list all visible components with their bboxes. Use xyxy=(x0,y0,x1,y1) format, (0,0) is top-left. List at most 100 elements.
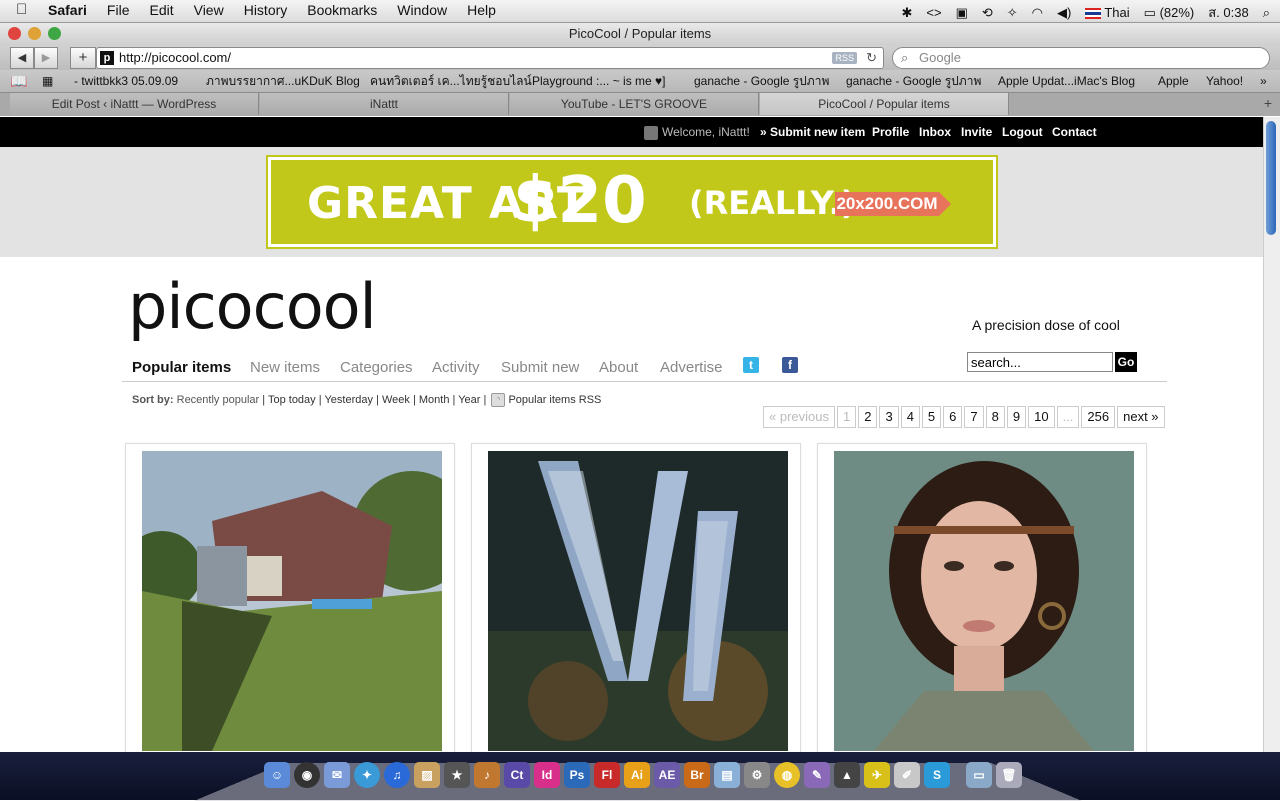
pager-page[interactable]: 2 xyxy=(858,406,878,428)
adobe-bridge-icon[interactable]: Br xyxy=(684,762,710,788)
spotlight-icon[interactable]: ⌕ xyxy=(1263,5,1270,21)
sort-month[interactable]: Month xyxy=(419,394,450,406)
menu-bookmarks[interactable]: Bookmarks xyxy=(307,2,377,18)
menu-view[interactable]: View xyxy=(194,2,224,18)
network-icon[interactable]: ✧ xyxy=(1007,5,1018,21)
nav-new-items[interactable]: New items xyxy=(250,359,320,376)
bluetooth-icon[interactable]: ✱ xyxy=(901,5,912,21)
item-image-house[interactable] xyxy=(142,451,442,751)
nav-activity[interactable]: Activity xyxy=(432,359,480,376)
profile-link[interactable]: Profile xyxy=(872,125,909,139)
bookmark-item[interactable]: Apple Updat...iMac's Blog xyxy=(998,70,1135,92)
textedit-icon[interactable]: ✐ xyxy=(894,762,920,788)
invite-link[interactable]: Invite xyxy=(961,125,992,139)
zoom-window-button[interactable] xyxy=(48,27,61,40)
url-text[interactable]: http://picocool.com/ xyxy=(119,48,231,68)
trash-icon[interactable]: 🗑 xyxy=(996,762,1022,788)
bookmark-item[interactable]: Yahoo! xyxy=(1206,70,1243,92)
volume-icon[interactable]: ◀) xyxy=(1057,5,1071,21)
rss-button[interactable]: RSS xyxy=(832,52,857,64)
pager-page[interactable]: 9 xyxy=(1006,406,1027,428)
pager-page[interactable]: 10 xyxy=(1028,406,1055,428)
search-field[interactable]: ⌕ Google xyxy=(892,47,1270,69)
nav-popular-items[interactable]: Popular items xyxy=(132,359,231,376)
adobe-photoshop-icon[interactable]: Ps xyxy=(564,762,590,788)
sort-yesterday[interactable]: Yesterday xyxy=(324,394,373,406)
tab-inattt[interactable]: iNattt xyxy=(260,93,509,115)
nav-advertise[interactable]: Advertise xyxy=(660,359,723,376)
mail-icon[interactable]: ✉ xyxy=(324,762,350,788)
reading-list-icon[interactable]: 📖 xyxy=(10,70,27,92)
dashboard-icon[interactable]: ◉ xyxy=(294,762,320,788)
bookmark-item[interactable]: ganache - Google รูปภาพ xyxy=(846,70,981,92)
item-image-tower[interactable] xyxy=(488,451,788,751)
reload-icon[interactable]: ↻ xyxy=(866,48,877,68)
pager-page[interactable]: 8 xyxy=(985,406,1005,428)
input-language[interactable]: Thai xyxy=(1085,5,1130,20)
add-bookmark-button[interactable]: + xyxy=(70,47,96,69)
wifi-icon[interactable]: ◠ xyxy=(1032,5,1043,21)
minimize-window-button[interactable] xyxy=(28,27,41,40)
adobe-contribute-icon[interactable]: Ct xyxy=(504,762,530,788)
skype-icon[interactable]: S xyxy=(924,762,950,788)
top-sites-icon[interactable]: ▦ xyxy=(42,70,53,92)
pager-page[interactable]: 5 xyxy=(921,406,942,428)
bookmark-item[interactable]: ganache - Google รูปภาพ xyxy=(694,70,829,92)
tab-edit-post[interactable]: Edit Post ‹ iNattt — WordPress xyxy=(10,93,259,115)
safari-icon[interactable]: ✦ xyxy=(354,762,380,788)
ad-banner[interactable]: GREAT ART $20 (REALLY.) 20x200.COM xyxy=(266,155,998,249)
menu-help[interactable]: Help xyxy=(467,2,496,18)
logout-link[interactable]: Logout xyxy=(1002,125,1043,139)
pager-page[interactable]: 6 xyxy=(943,406,963,428)
close-window-button[interactable] xyxy=(8,27,21,40)
submit-new-item-link[interactable]: » Submit new item xyxy=(760,125,865,139)
item-image-portrait[interactable] xyxy=(834,451,1134,751)
address-bar[interactable]: p http://picocool.com/ RSS ↻ xyxy=(96,47,884,69)
bookmark-item[interactable]: - twittbkk3 05.09.09 xyxy=(74,70,178,92)
forward-button[interactable]: ▶ xyxy=(34,47,58,69)
tab-picocool[interactable]: PicoCool / Popular items xyxy=(760,93,1009,115)
back-button[interactable]: ◀ xyxy=(10,47,34,69)
spaces-icon[interactable]: ▣ xyxy=(956,5,968,21)
code-icon[interactable]: <> xyxy=(926,5,941,20)
adobe-flash-icon[interactable]: Fl xyxy=(594,762,620,788)
scrollbar-thumb[interactable] xyxy=(1266,121,1276,235)
iphoto-icon[interactable]: ▨ xyxy=(414,762,440,788)
bookmarks-overflow-icon[interactable]: » xyxy=(1260,70,1267,92)
system-preferences-icon[interactable]: ⚙ xyxy=(744,762,770,788)
sort-top-today[interactable]: Top today xyxy=(268,394,316,406)
facebook-icon[interactable]: f xyxy=(782,357,798,373)
item-card[interactable] xyxy=(817,443,1147,752)
preview-icon[interactable]: ▤ xyxy=(714,762,740,788)
adobe-indesign-icon[interactable]: Id xyxy=(534,762,560,788)
site-search-go-button[interactable]: Go xyxy=(1115,352,1137,372)
app-icon[interactable]: ▲ xyxy=(834,762,860,788)
menu-file[interactable]: File xyxy=(107,2,130,18)
pager-page[interactable]: 7 xyxy=(964,406,984,428)
itunes-icon[interactable]: ♫ xyxy=(384,762,410,788)
new-tab-icon[interactable]: + xyxy=(1264,95,1272,111)
bookmark-item[interactable]: คนทวิตเตอร์ เค...ไทยรู้ชอบไลน์ xyxy=(370,70,532,92)
item-card[interactable] xyxy=(125,443,455,752)
sort-recently-popular[interactable]: Recently popular xyxy=(177,394,260,406)
adobe-after-effects-icon[interactable]: AE xyxy=(654,762,680,788)
tab-youtube[interactable]: YouTube - LET'S GROOVE xyxy=(510,93,759,115)
twitter-icon[interactable]: t xyxy=(743,357,759,373)
item-card[interactable] xyxy=(471,443,801,752)
finder-icon[interactable]: ☺ xyxy=(264,762,290,788)
sort-week[interactable]: Week xyxy=(382,394,410,406)
nav-about[interactable]: About xyxy=(599,359,638,376)
page-scrollbar[interactable] xyxy=(1263,117,1280,752)
apple-icon[interactable]:  xyxy=(16,2,30,18)
clock[interactable]: ส. 0:38 xyxy=(1208,2,1248,23)
nav-categories[interactable]: Categories xyxy=(340,359,413,376)
pager-next[interactable]: next » xyxy=(1117,406,1165,428)
battery-status[interactable]: ▭ (82%) xyxy=(1144,5,1195,21)
paint-icon[interactable]: ✎ xyxy=(804,762,830,788)
menu-window[interactable]: Window xyxy=(397,2,447,18)
downloads-folder-icon[interactable]: ▭ xyxy=(966,762,992,788)
bookmark-item[interactable]: Apple xyxy=(1158,70,1189,92)
site-search-input[interactable] xyxy=(967,352,1113,372)
adobe-illustrator-icon[interactable]: Ai xyxy=(624,762,650,788)
contact-link[interactable]: Contact xyxy=(1052,125,1097,139)
